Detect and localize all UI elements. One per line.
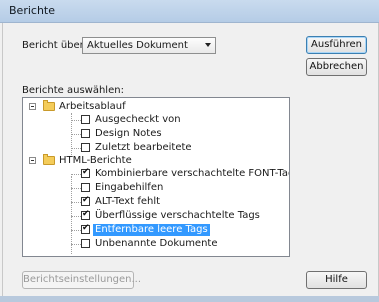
tree-item-label: Unbenannte Dokumente: [95, 238, 218, 249]
tree-item-label: Ausgecheckt von: [95, 114, 181, 125]
cancel-button[interactable]: Abbrechen: [306, 58, 367, 76]
checkbox[interactable]: [81, 143, 90, 152]
window-bottom-border: [0, 296, 379, 302]
report-settings-button[interactable]: Berichtseinstellungen...: [22, 271, 141, 289]
tree-group-html-berichte[interactable]: HTML-Berichte: [23, 154, 289, 167]
tree-item[interactable]: Zuletzt bearbeitete: [23, 142, 289, 154]
checkbox[interactable]: [81, 115, 90, 124]
checkbox[interactable]: [81, 129, 90, 138]
folder-icon: [43, 154, 55, 165]
report-on-select[interactable]: Aktuelles Dokument: [82, 37, 216, 54]
checkbox[interactable]: [81, 183, 90, 192]
report-on-value: Aktuelles Dokument: [87, 40, 188, 51]
tree-item[interactable]: Design Notes: [23, 128, 289, 140]
tree-item[interactable]: Unbenannte Dokumente: [23, 238, 289, 250]
tree-item-label: Kombinierbare verschachtelte FONT-Tags: [95, 168, 290, 179]
checkbox-checked[interactable]: [81, 223, 90, 234]
checkbox[interactable]: [81, 239, 90, 248]
chevron-down-icon: [205, 43, 211, 47]
tree-item[interactable]: ALT-Text fehlt: [23, 195, 289, 208]
tree-group-arbeitsablauf[interactable]: Arbeitsablauf: [23, 100, 289, 113]
collapse-icon[interactable]: [29, 103, 36, 110]
tree-item-label: Zuletzt bearbeitete: [95, 142, 192, 153]
tree-item[interactable]: Ausgecheckt von: [23, 114, 289, 126]
tree-item-label: Design Notes: [95, 128, 162, 139]
report-on-label: Bericht über:: [22, 40, 87, 51]
select-reports-label: Berichte auswählen:: [22, 85, 124, 96]
tree-item-label: ALT-Text fehlt: [95, 196, 161, 207]
tree-item[interactable]: Eingabehilfen: [23, 182, 289, 194]
checkbox-checked[interactable]: [81, 209, 90, 220]
checkbox-checked[interactable]: [81, 195, 90, 206]
tree-item-selected[interactable]: Entfernbare leere Tags: [23, 223, 289, 236]
help-button[interactable]: Hilfe: [306, 271, 367, 289]
folder-icon: [43, 100, 55, 111]
tree-item-label: Entfernbare leere Tags: [93, 224, 210, 236]
tree-group-label: Arbeitsablauf: [59, 101, 126, 112]
reports-tree[interactable]: Arbeitsablauf Ausgecheckt von Design Not…: [22, 97, 290, 257]
tree-item-label: Überflüssige verschachtelte Tags: [95, 210, 260, 221]
tree-item-label: Eingabehilfen: [95, 182, 164, 193]
tree-group-label: HTML-Berichte: [59, 155, 132, 166]
title-bar: Berichte: [0, 0, 379, 23]
tree-item[interactable]: Überflüssige verschachtelte Tags: [23, 209, 289, 222]
run-button[interactable]: Ausführen: [306, 36, 367, 54]
window-title: Berichte: [9, 4, 55, 17]
tree-item[interactable]: Kombinierbare verschachtelte FONT-Tags: [23, 167, 290, 180]
collapse-icon[interactable]: [29, 157, 36, 164]
checkbox-checked[interactable]: [81, 167, 90, 178]
